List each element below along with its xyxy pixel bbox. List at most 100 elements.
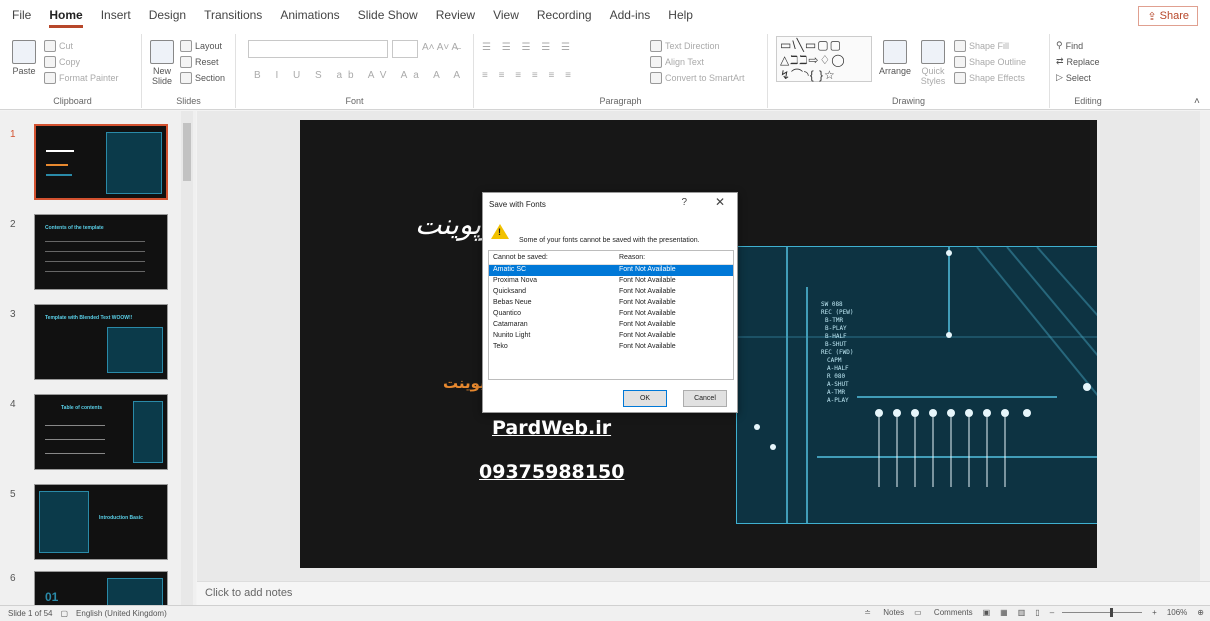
help-icon[interactable]: ? bbox=[681, 197, 687, 208]
slide-thumbnail-6[interactable]: 01 bbox=[34, 571, 168, 606]
list-item[interactable]: Quicksand Font Not Available bbox=[489, 287, 733, 298]
slide-thumbnail-5[interactable]: Introduction Basic bbox=[34, 484, 168, 560]
column-header-font: Cannot be saved: bbox=[493, 254, 548, 261]
replace-button[interactable]: ⇄ Replace bbox=[1056, 56, 1100, 67]
slide-thumbnail-1[interactable] bbox=[34, 124, 168, 200]
tab-design[interactable]: Design bbox=[149, 4, 186, 26]
accessibility-icon[interactable]: ▢ bbox=[60, 609, 68, 618]
slide-thumbnail-4[interactable]: Table of contents bbox=[34, 394, 168, 470]
reset-button[interactable]: Reset bbox=[180, 56, 219, 68]
shape-fill-button[interactable]: Shape Fill bbox=[954, 40, 1009, 52]
list-item[interactable]: Proxima Nova Font Not Available bbox=[489, 276, 733, 287]
section-icon bbox=[180, 72, 192, 84]
ok-button[interactable]: OK bbox=[623, 390, 667, 407]
find-button[interactable]: ⚲ Find bbox=[1056, 40, 1083, 51]
scrollbar-thumb[interactable] bbox=[183, 123, 191, 181]
font-style-buttons[interactable]: B I U S ab AV Aa A A bbox=[254, 70, 466, 81]
tab-insert[interactable]: Insert bbox=[101, 4, 131, 26]
notes-pane[interactable]: Click to add notes bbox=[197, 581, 1210, 605]
list-item[interactable]: Catamaran Font Not Available bbox=[489, 320, 733, 331]
slide-sorter-icon[interactable]: ▦ bbox=[1000, 608, 1008, 617]
share-button[interactable]: ⇪ Share bbox=[1138, 6, 1198, 26]
arrange-button[interactable]: Arrange bbox=[878, 40, 912, 76]
editing-group: ⚲ Find ⇄ Replace ▷ Select Editing bbox=[1050, 34, 1126, 108]
fonts-list[interactable]: Cannot be saved: Reason: Amatic SC Font N… bbox=[488, 250, 734, 380]
quick-styles-button[interactable]: Quick Styles bbox=[916, 40, 950, 86]
circuit-label: B-TMR bbox=[825, 317, 844, 324]
tab-add-ins[interactable]: Add-ins bbox=[610, 4, 651, 26]
tab-transitions[interactable]: Transitions bbox=[204, 4, 262, 26]
tab-animations[interactable]: Animations bbox=[280, 4, 339, 26]
font-size-select[interactable] bbox=[392, 40, 418, 58]
zoom-out-icon[interactable]: – bbox=[1050, 608, 1054, 617]
paste-icon bbox=[12, 40, 36, 64]
notes-toggle[interactable]: ≐ Notes bbox=[864, 608, 904, 617]
collapse-ribbon-icon[interactable]: ˄ bbox=[1194, 96, 1200, 107]
list-item[interactable]: Bebas Neue Font Not Available bbox=[489, 298, 733, 309]
cut-button[interactable]: Cut bbox=[44, 40, 73, 52]
zoom-level[interactable]: 106% bbox=[1167, 608, 1187, 617]
list-buttons[interactable]: ☰ ☰ ☰ ☰ ☰ bbox=[482, 42, 574, 53]
slide-thumbnail-2[interactable]: Contents of the template bbox=[34, 214, 168, 290]
thumbnails-scrollbar[interactable] bbox=[181, 111, 193, 606]
layout-button[interactable]: Layout bbox=[180, 40, 222, 52]
zoom-in-icon[interactable]: + bbox=[1152, 608, 1157, 617]
zoom-slider-knob[interactable] bbox=[1110, 608, 1114, 617]
list-item[interactable]: Quantico Font Not Available bbox=[489, 309, 733, 320]
cut-label: Cut bbox=[59, 41, 74, 51]
normal-view-icon[interactable]: ▣ bbox=[983, 608, 991, 617]
new-slide-button[interactable]: New Slide bbox=[146, 40, 178, 86]
convert-smartart-button[interactable]: Convert to SmartArt bbox=[650, 72, 745, 84]
font-size-controls[interactable]: A˄ A˅ A̶ bbox=[422, 42, 458, 53]
select-label: Select bbox=[1065, 72, 1091, 83]
slide-thumbnail-3[interactable]: Template with Blended Text WOOW!! bbox=[34, 304, 168, 380]
cancel-button[interactable]: Cancel bbox=[683, 390, 727, 407]
zoom-slider[interactable] bbox=[1062, 608, 1143, 617]
ribbon: Paste Cut Copy Format Painter Clipboard … bbox=[0, 30, 1210, 110]
comments-toggle[interactable]: ▭ Comments bbox=[914, 608, 972, 617]
tab-recording[interactable]: Recording bbox=[537, 4, 592, 26]
tab-slide-show[interactable]: Slide Show bbox=[358, 4, 418, 26]
tab-view[interactable]: View bbox=[493, 4, 519, 26]
thumbnail-title: 01 bbox=[45, 590, 59, 604]
website-url[interactable]: PardWeb.ir bbox=[492, 417, 611, 439]
tab-help[interactable]: Help bbox=[668, 4, 693, 26]
slideshow-icon[interactable]: ▯ bbox=[1035, 608, 1039, 617]
align-buttons[interactable]: ≡ ≡ ≡ ≡ ≡ ≡ bbox=[482, 70, 575, 81]
align-text-button[interactable]: Align Text bbox=[650, 56, 704, 68]
font-family-select[interactable] bbox=[248, 40, 388, 58]
language-indicator[interactable]: English (United Kingdom) bbox=[76, 609, 167, 618]
shape-effects-button[interactable]: Shape Effects bbox=[954, 72, 1025, 84]
select-button[interactable]: ▷ Select bbox=[1056, 72, 1091, 83]
editor-scrollbar[interactable] bbox=[1200, 111, 1210, 581]
font-reason: Font Not Available bbox=[619, 266, 676, 273]
phone-number[interactable]: 09375988150 bbox=[479, 461, 624, 483]
fit-to-window-icon[interactable]: ⊕ bbox=[1197, 608, 1204, 617]
list-item[interactable]: Amatic SC Font Not Available bbox=[489, 265, 733, 276]
section-button[interactable]: Section bbox=[180, 72, 225, 84]
reading-view-icon[interactable]: ▥ bbox=[1018, 608, 1026, 617]
thumbnail-number: 3 bbox=[10, 309, 16, 320]
slides-group-label: Slides bbox=[176, 96, 201, 106]
slide-counter: Slide 1 of 54 bbox=[8, 609, 53, 618]
circuit-board-image[interactable]: SW 088 REC (PEW) B-TMR B-PLAY B-HALF B-S… bbox=[736, 246, 1097, 524]
editing-group-label: Editing bbox=[1074, 96, 1102, 106]
effects-icon bbox=[954, 72, 966, 84]
paste-button[interactable]: Paste bbox=[10, 40, 38, 76]
list-item[interactable]: Nunito Light Font Not Available bbox=[489, 331, 733, 342]
thumbnail-text-line bbox=[46, 174, 72, 176]
shape-outline-button[interactable]: Shape Outline bbox=[954, 56, 1026, 68]
shapes-gallery[interactable]: ▭\╲▭▢▢ △ℶℶ⇨♢◯ ↯⌒◝{ }☆ bbox=[776, 36, 872, 82]
tab-file[interactable]: File bbox=[12, 4, 31, 26]
circuit-label: A-HALF bbox=[827, 365, 849, 372]
circuit-label: REC (PEW) bbox=[821, 309, 854, 316]
reset-label: Reset bbox=[195, 57, 219, 67]
thumbnail-text-line bbox=[46, 164, 68, 166]
copy-button[interactable]: Copy bbox=[44, 56, 80, 68]
format-painter-button[interactable]: Format Painter bbox=[44, 72, 119, 84]
close-icon[interactable]: ✕ bbox=[715, 195, 725, 209]
tab-review[interactable]: Review bbox=[436, 4, 475, 26]
tab-home[interactable]: Home bbox=[49, 4, 84, 28]
list-item[interactable]: Teko Font Not Available bbox=[489, 342, 733, 353]
text-direction-button[interactable]: Text Direction bbox=[650, 40, 720, 52]
